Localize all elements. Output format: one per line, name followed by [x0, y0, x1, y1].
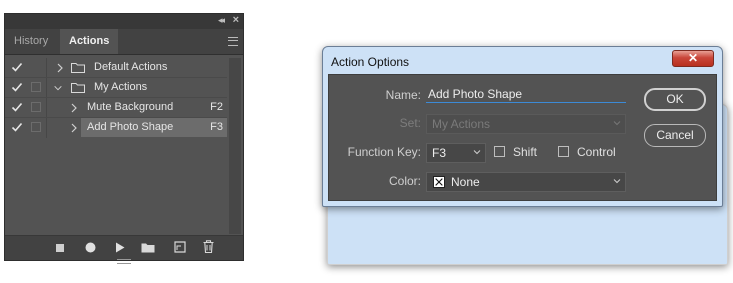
chevron-right-icon[interactable] — [55, 62, 65, 74]
dialog-title: Action Options — [331, 55, 410, 69]
color-label: Color: — [388, 174, 421, 188]
chevron-right-icon[interactable] — [69, 102, 79, 114]
panel-toolbar — [5, 235, 243, 260]
set-label: My Actions — [94, 81, 148, 93]
dialog-toggle-icon[interactable] — [31, 102, 41, 112]
shift-label: Shift — [513, 145, 538, 159]
dialog-toggle-icon[interactable] — [31, 122, 41, 132]
function-key-label: F2 — [210, 101, 223, 113]
set-label: Set: — [399, 116, 421, 130]
set-label: Default Actions — [94, 61, 168, 73]
divider — [46, 58, 47, 78]
divider — [46, 78, 47, 98]
list-item[interactable]: Default Actions — [5, 58, 728, 265]
control-checkbox[interactable] — [558, 146, 569, 157]
resize-grip[interactable] — [117, 259, 131, 264]
play-icon[interactable] — [115, 242, 125, 253]
checkmark-icon[interactable] — [11, 101, 23, 113]
collapse-panel-icon[interactable]: ◂◂ — [218, 15, 225, 26]
set-dropdown[interactable]: My Actions — [426, 114, 626, 134]
new-set-folder-icon[interactable] — [141, 242, 155, 253]
divider — [46, 118, 47, 138]
folder-icon — [71, 63, 85, 73]
function-key-dropdown[interactable]: F3 — [426, 143, 486, 163]
dialog-toggle-icon[interactable] — [31, 82, 41, 92]
record-icon[interactable] — [85, 242, 96, 253]
color-dropdown-value: None — [451, 175, 480, 189]
actions-panel: ◂◂ × History Actions Default Actions My … — [4, 13, 728, 265]
tab-actions[interactable]: Actions — [60, 29, 119, 54]
shift-checkbox[interactable] — [494, 146, 505, 157]
ok-button[interactable]: OK — [644, 88, 706, 111]
cancel-button[interactable]: Cancel — [644, 124, 706, 147]
action-label: Add Photo Shape — [87, 121, 174, 133]
function-key-label: F3 — [210, 121, 223, 133]
no-color-icon — [433, 176, 445, 188]
close-icon: ✕ — [687, 51, 699, 65]
set-dropdown-value: My Actions — [432, 117, 491, 131]
panel-tabbar: History Actions — [5, 29, 243, 55]
checkmark-icon[interactable] — [11, 61, 23, 73]
trash-icon[interactable] — [203, 240, 214, 253]
panel-menu-icon[interactable] — [228, 37, 238, 46]
dialog-body: Name: Add Photo Shape Set: My Actions Fu… — [328, 74, 717, 201]
new-action-icon[interactable] — [174, 241, 186, 253]
action-label: Mute Background — [87, 101, 174, 113]
chevron-down-icon — [613, 121, 621, 126]
list-item-selected[interactable]: Add Photo Shape F3 — [5, 118, 243, 138]
name-input[interactable]: Add Photo Shape — [426, 86, 626, 103]
chevron-down-icon — [613, 179, 621, 184]
checkmark-icon[interactable] — [11, 81, 23, 93]
function-key-label: Function Key: — [347, 145, 421, 159]
action-options-dialog: Action Options ✕ Name: Add Photo Shape S… — [322, 46, 723, 207]
panel-close-icon[interactable]: × — [233, 14, 239, 26]
close-button[interactable]: ✕ — [672, 50, 714, 67]
color-dropdown[interactable]: None — [426, 172, 626, 192]
checkmark-icon[interactable] — [11, 121, 23, 133]
panel-header-strip: ◂◂ × — [5, 14, 243, 29]
control-label: Control — [577, 145, 616, 159]
scrollbar[interactable] — [229, 58, 241, 234]
tab-history[interactable]: History — [5, 29, 57, 54]
actions-list: Default Actions My Actions Mute Backgrou… — [5, 58, 728, 265]
stop-icon[interactable] — [56, 244, 64, 252]
list-item[interactable]: My Actions — [5, 78, 243, 98]
folder-icon — [71, 83, 85, 93]
name-label: Name: — [385, 88, 421, 102]
chevron-down-icon — [473, 150, 481, 155]
chevron-down-icon[interactable] — [53, 82, 63, 94]
divider — [46, 98, 47, 118]
list-item[interactable]: Mute Background F2 — [5, 98, 243, 118]
function-key-value: F3 — [432, 146, 447, 160]
chevron-right-icon[interactable] — [69, 122, 79, 134]
